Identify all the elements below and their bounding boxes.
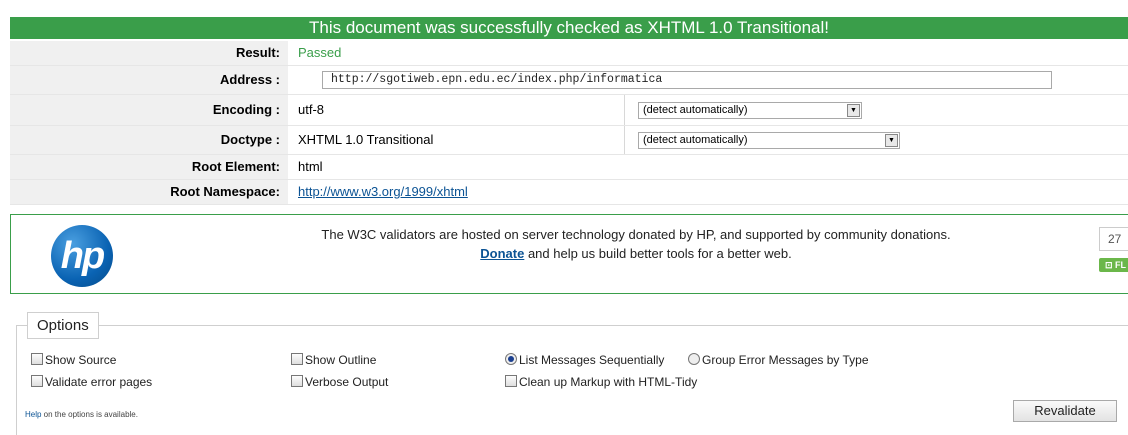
options-legend[interactable]: Options <box>27 312 99 339</box>
flattr-icon: ⊡ <box>1105 260 1116 270</box>
share-count: 27 <box>1099 227 1128 251</box>
hp-logo[interactable]: hp <box>51 225 113 287</box>
verbose-output-checkbox[interactable]: Verbose Output <box>291 374 388 390</box>
show-outline-checkbox[interactable]: Show Outline <box>291 352 376 368</box>
address-input[interactable]: http://sgotiweb.epn.edu.ec/index.php/inf… <box>322 71 1052 89</box>
sponsor-box: hp The W3C validators are hosted on serv… <box>10 214 1128 294</box>
doctype-select[interactable]: (detect automatically) ▼ <box>638 132 900 149</box>
checkbox-icon <box>291 375 303 387</box>
show-source-checkbox[interactable]: Show Source <box>31 352 116 368</box>
checkbox-icon <box>505 375 517 387</box>
flattr-label: FL <box>1115 260 1127 270</box>
flattr-button[interactable]: ⊡ FL <box>1099 258 1128 272</box>
result-label: Result: <box>10 41 288 65</box>
root-namespace-label: Root Namespace: <box>10 180 288 204</box>
result-row: Result: Passed <box>10 41 1128 66</box>
root-namespace-row: Root Namespace: http://www.w3.org/1999/x… <box>10 180 1128 205</box>
sponsor-line-2-text: and help us build better tools for a bet… <box>524 246 792 261</box>
verbose-output-label: Verbose Output <box>305 375 389 389</box>
list-sequential-radio[interactable]: List Messages Sequentially <box>505 352 664 368</box>
doctype-label: Doctype : <box>10 126 288 154</box>
success-banner: This document was successfully checked a… <box>10 17 1128 39</box>
validate-error-pages-checkbox[interactable]: Validate error pages <box>31 374 152 390</box>
radio-icon <box>688 353 700 365</box>
group-by-type-label: Group Error Messages by Type <box>702 353 869 367</box>
validate-error-pages-label: Validate error pages <box>45 375 153 389</box>
encoding-select-value: (detect automatically) <box>643 104 748 116</box>
doctype-value: XHTML 1.0 Transitional <box>298 132 434 147</box>
encoding-label: Encoding : <box>10 95 288 125</box>
sponsor-line-2: Donate and help us build better tools fo… <box>251 244 1021 263</box>
show-source-label: Show Source <box>45 353 117 367</box>
group-by-type-radio[interactable]: Group Error Messages by Type <box>688 352 869 368</box>
donate-link[interactable]: Donate <box>480 246 524 261</box>
root-namespace-value: http://www.w3.org/1999/xhtml <box>298 180 468 204</box>
sponsor-text: The W3C validators are hosted on server … <box>251 225 1021 263</box>
result-value: Passed <box>298 45 342 60</box>
column-divider <box>624 126 625 154</box>
encoding-row: Encoding : utf-8 (detect automatically) … <box>10 95 1128 126</box>
doctype-row: Doctype : XHTML 1.0 Transitional (detect… <box>10 126 1128 155</box>
options-fieldset: Options Show Source Show Outline List Me… <box>16 312 1128 435</box>
checkbox-icon <box>31 353 43 365</box>
column-divider <box>624 95 625 125</box>
options-help: Help on the options is available. <box>25 410 138 419</box>
root-element-row: Root Element: html <box>10 155 1128 180</box>
dropdown-arrow-icon: ▼ <box>847 104 860 117</box>
checkbox-icon <box>291 353 303 365</box>
address-label: Address : <box>10 66 288 94</box>
cleanup-checkbox[interactable]: Clean up Markup with HTML-Tidy <box>505 374 697 390</box>
help-link[interactable]: Help <box>25 410 41 419</box>
help-text: on the options is available. <box>41 410 138 419</box>
revalidate-button[interactable]: Revalidate <box>1013 400 1117 422</box>
results-table: Result: Passed Address : http://sgotiweb… <box>10 41 1128 205</box>
doctype-select-value: (detect automatically) <box>643 134 748 146</box>
cleanup-label: Clean up Markup with HTML-Tidy <box>519 375 698 389</box>
list-sequential-label: List Messages Sequentially <box>519 353 665 367</box>
root-element-value: html <box>298 159 323 174</box>
address-row: Address : http://sgotiweb.epn.edu.ec/ind… <box>10 66 1128 95</box>
sponsor-line-1: The W3C validators are hosted on server … <box>321 227 951 242</box>
root-element-label: Root Element: <box>10 155 288 179</box>
root-namespace-link[interactable]: http://www.w3.org/1999/xhtml <box>298 184 468 199</box>
encoding-value: utf-8 <box>298 102 325 117</box>
radio-selected-icon <box>505 353 517 365</box>
encoding-select[interactable]: (detect automatically) ▼ <box>638 102 862 119</box>
dropdown-arrow-icon: ▼ <box>885 134 898 147</box>
show-outline-label: Show Outline <box>305 353 377 367</box>
checkbox-icon <box>31 375 43 387</box>
